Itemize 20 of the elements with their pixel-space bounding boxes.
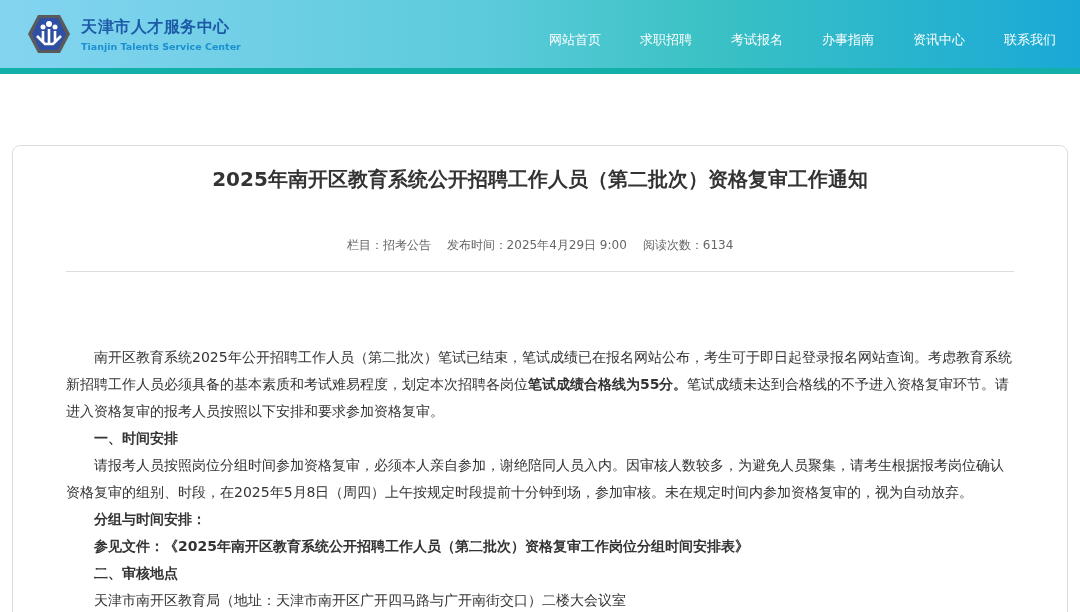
nav-link[interactable]: 考试报名 [731, 31, 783, 49]
section-heading: 二、审核地点 [93, 564, 179, 583]
body-paragraph: 请报考人员按照岗位分组时间参加资格复审，必须本人亲自参加，谢绝陪同人员入内。因审核人数较多，为避免人员聚集，请考生根据报考岗位确认资格复审的组别、时段，在2025年5月8日（周四）上午按规定时段提前十分钟到场，参加审核。未在规定时间内参加资格复审的，视为自动放弃。 [66, 456, 1005, 502]
nav-link[interactable]: 联系我们 [1004, 31, 1056, 49]
nav-link[interactable]: 网站首页 [549, 31, 601, 49]
nav-link[interactable]: 办事指南 [822, 31, 874, 49]
body-paragraph: 南开区教育系统2025年公开招聘工作人员（第二批次）笔试已结束，笔试成绩已在报名网站公布，考生可于即日起登录报名网站查询。考虑教育系统新招聘工作人员必须具备的基本素质和考试难易程度，划定本次招聘各岗位笔试成绩合格线为55分。笔试成绩未达到合格线的不予进入资格复审环节。请进入资格复审的报考人员按照以下安排和要求参加资格复审。 [66, 348, 1013, 421]
site-name: 天津市人才服务中心 [81, 16, 231, 38]
body-paragraph: 天津市南开区教育局（地址：天津市南开区广开四马路与广开南街交口）二楼大会议室 [93, 591, 627, 610]
site-name-english: Tianjin Talents Service Center [81, 40, 241, 52]
article-meta: 栏目：招考公告 [346, 237, 431, 254]
nav-link[interactable]: 求职招聘 [640, 31, 692, 49]
article-meta: 阅读次数：6134 [642, 237, 734, 254]
article-meta: 发布时间：2025年4月29日 9:00 [446, 237, 627, 254]
section-heading: 参见文件：《2025年南开区教育系统公开招聘工作人员（第二批次）资格复审工作岗位分组时间安排表》 [93, 537, 750, 556]
section-heading: 一、时间安排 [93, 429, 179, 448]
section-heading: 分组与时间安排： [93, 510, 207, 529]
logo-icon [27, 14, 71, 54]
article-title: 2025年南开区教育系统公开招聘工作人员（第二批次）资格复审工作通知 [211, 166, 869, 193]
nav-link[interactable]: 资讯中心 [913, 31, 965, 49]
